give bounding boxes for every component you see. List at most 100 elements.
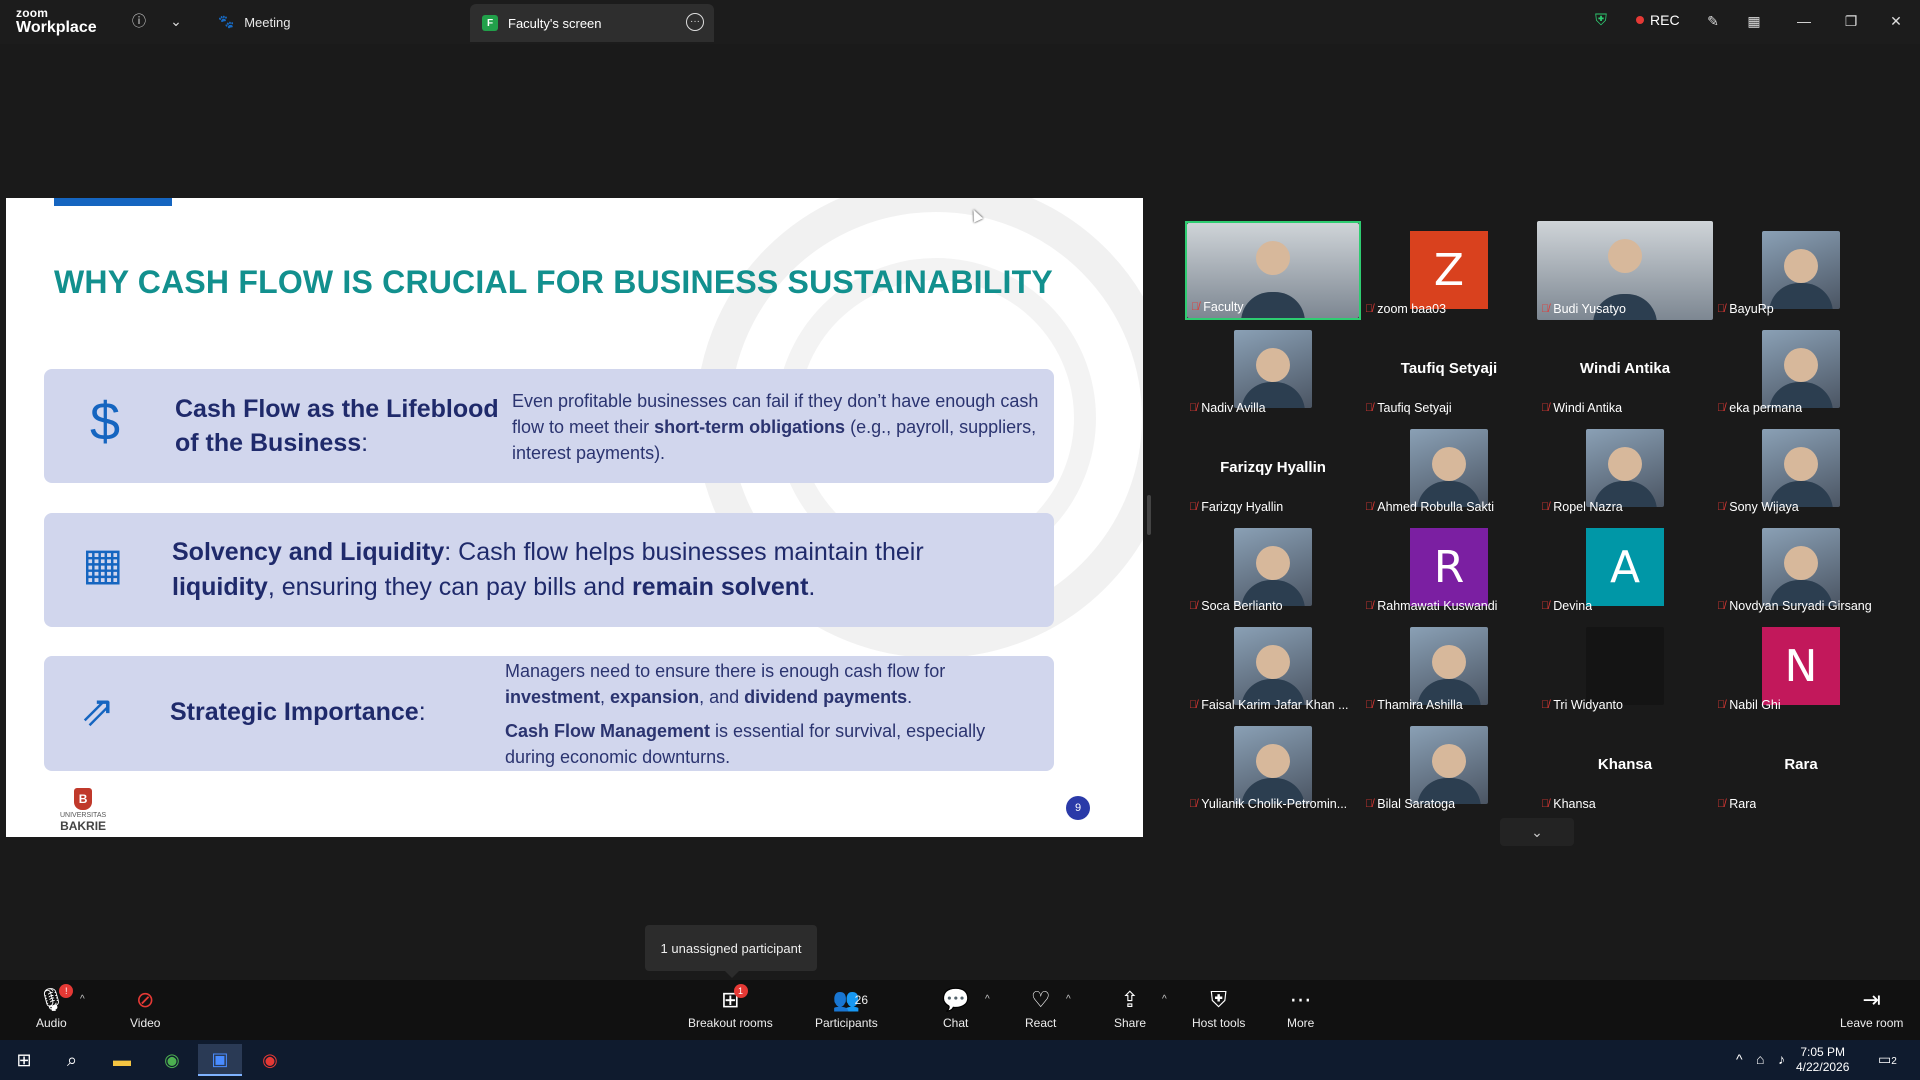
leave-room-button[interactable]: ⇥ Leave room: [1840, 988, 1903, 1031]
muted-mic-icon: 🎙̸: [1365, 303, 1374, 315]
person-head: [1784, 348, 1818, 382]
participant-tile[interactable]: 🎙̸ Ropel Nazra: [1537, 419, 1713, 518]
participant-tile[interactable]: Windi Antika 🎙̸ Windi Antika: [1537, 320, 1713, 419]
gold-bars-icon: ▦: [82, 540, 124, 589]
muted-mic-icon: 🎙̸: [1541, 402, 1550, 414]
gallery-next-page-button[interactable]: ⌄: [1500, 818, 1574, 846]
participant-name-label: 🎙̸ Farizqy Hyallin: [1189, 499, 1283, 515]
breakout-rooms-button[interactable]: ⊞ 1 Breakout rooms: [688, 984, 773, 1030]
layout-icon[interactable]: ▦: [1743, 10, 1765, 32]
participant-avatar: [1234, 528, 1312, 606]
muted-mic-icon: 🎙̸: [1541, 501, 1550, 513]
participant-tile[interactable]: Rara 🎙̸ Rara: [1713, 716, 1889, 815]
participant-tile[interactable]: N 🎙̸ Nabil Ghi: [1713, 617, 1889, 716]
participant-tile[interactable]: 🎙̸ Ahmed Robulla Sakti: [1361, 419, 1537, 518]
participant-tile[interactable]: 🎙̸ Soca Berlianto: [1185, 518, 1361, 617]
card3-para2: Cash Flow Management is essential for su…: [505, 721, 986, 768]
person-head: [1784, 546, 1818, 580]
security-shield-icon[interactable]: ⛨: [1590, 10, 1612, 32]
chat-options-caret[interactable]: ^: [985, 994, 990, 1005]
file-explorer-icon[interactable]: ▬: [100, 1044, 144, 1076]
person-body: [1241, 292, 1305, 318]
participants-button[interactable]: 👥 26 Participants: [815, 988, 878, 1031]
slide-page-number: 9: [1066, 796, 1090, 820]
participant-tile[interactable]: 🎙̸ BayuRp: [1713, 221, 1889, 320]
video-button[interactable]: ⊘ Video: [130, 988, 160, 1031]
host-shield-icon: ⛨: [1210, 987, 1227, 1012]
windows-start-icon[interactable]: ⊞: [2, 1044, 46, 1076]
participant-tile[interactable]: 🎙̸ Thamira Ashilla: [1361, 617, 1537, 716]
chat-button[interactable]: 💬 Chat: [942, 988, 969, 1031]
participant-name: zoom baa03: [1377, 302, 1447, 316]
annotate-pen-icon[interactable]: ✎: [1702, 10, 1724, 32]
participant-tile[interactable]: 🎙̸ Tri Widyanto: [1537, 617, 1713, 716]
participant-name: Faisal Karim Jafar Khan ...: [1201, 698, 1349, 712]
minimize-icon[interactable]: —: [1793, 10, 1815, 32]
host-tools-button[interactable]: ⛨ Host tools: [1192, 987, 1245, 1031]
clock-time: 7:05 PM: [1800, 1045, 1846, 1059]
tray-chevron-icon[interactable]: ^: [1736, 1051, 1743, 1067]
muted-mic-icon: 🎙̸: [1365, 501, 1374, 513]
participant-avatar: [1410, 627, 1488, 705]
muted-mic-icon: 🎙̸: [1365, 402, 1374, 414]
chrome-profile-icon[interactable]: ◉: [248, 1044, 292, 1076]
participant-tile[interactable]: 🎙̸ eka permana: [1713, 320, 1889, 419]
recording-indicator[interactable]: REC: [1636, 12, 1680, 28]
chevron-down-icon[interactable]: ⌄: [165, 10, 187, 32]
participant-tile[interactable]: Farizqy Hyallin 🎙̸ Farizqy Hyallin: [1185, 419, 1361, 518]
panel-splitter[interactable]: [1147, 495, 1151, 535]
notifications-icon[interactable]: ▭2: [1878, 1051, 1897, 1068]
participant-tile[interactable]: 🎙̸ Faisal Karim Jafar Khan ...: [1185, 617, 1361, 716]
title-bar: zoom Workplace ⓘ ⌄ 🐾 Meeting F Faculty's…: [0, 0, 1920, 44]
participant-tile[interactable]: 🎙̸ Faculty: [1185, 221, 1361, 320]
participant-name-label: 🎙̸ Rara: [1717, 796, 1756, 812]
muted-mic-icon: 🎙̸: [1541, 699, 1550, 711]
network-icon[interactable]: ⌂: [1756, 1051, 1764, 1067]
volume-icon[interactable]: ♪: [1778, 1051, 1785, 1067]
audio-options-caret[interactable]: ^: [80, 994, 85, 1005]
breakout-label: Breakout rooms: [688, 1016, 773, 1030]
chrome-icon[interactable]: ◉: [150, 1044, 194, 1076]
participant-tile[interactable]: 🎙̸ Bilal Saratoga: [1361, 716, 1537, 815]
tab-faculty-screen[interactable]: F Faculty's screen ···: [470, 4, 714, 42]
participant-name-label: 🎙̸ Bilal Saratoga: [1365, 796, 1455, 812]
participant-tile[interactable]: Khansa 🎙̸ Khansa: [1537, 716, 1713, 815]
participant-tile[interactable]: 🎙̸ Novdyan Suryadi Girsang: [1713, 518, 1889, 617]
participant-tile[interactable]: Z 🎙̸ zoom baa03: [1361, 221, 1537, 320]
share-button[interactable]: ⇪ Share: [1114, 987, 1146, 1031]
restore-icon[interactable]: ❐: [1840, 10, 1862, 32]
person-head: [1608, 447, 1642, 481]
search-icon[interactable]: ⌕: [50, 1044, 94, 1076]
breakout-tooltip: 1 unassigned participant: [645, 925, 817, 978]
participant-name: Khansa: [1553, 797, 1596, 811]
participant-initial-avatar: N: [1762, 627, 1840, 705]
participant-tile[interactable]: 🎙̸ Sony Wijaya: [1713, 419, 1889, 518]
participant-name-label: 🎙̸ Thamira Ashilla: [1365, 697, 1463, 713]
participant-initial-avatar: R: [1410, 528, 1488, 606]
close-icon[interactable]: ✕: [1885, 10, 1907, 32]
participant-name-label: 🎙̸ Ropel Nazra: [1541, 499, 1623, 515]
zoom-taskbar-icon[interactable]: ▣: [198, 1044, 242, 1076]
react-options-caret[interactable]: ^: [1066, 994, 1071, 1005]
system-clock[interactable]: 7:05 PM 4/22/2026: [1796, 1045, 1849, 1075]
muted-mic-icon: 🎙̸: [1541, 798, 1550, 810]
participant-tile[interactable]: R 🎙̸ Rahmawati Kuswandi: [1361, 518, 1537, 617]
participant-tile[interactable]: 🎙̸ Budi Yusatyo: [1537, 221, 1713, 320]
shared-slide: WHY CASH FLOW IS CRUCIAL FOR BUSINESS SU…: [6, 198, 1143, 837]
participant-avatar: [1762, 429, 1840, 507]
card1-text: Even profitable businesses can fail if t…: [512, 391, 1039, 464]
participant-tile[interactable]: A 🎙̸ Devina: [1537, 518, 1713, 617]
participant-tile[interactable]: Taufiq Setyaji 🎙̸ Taufiq Setyaji: [1361, 320, 1537, 419]
tab-meeting[interactable]: 🐾 Meeting: [218, 10, 290, 34]
react-button[interactable]: ♡ React: [1025, 988, 1056, 1031]
share-options-caret[interactable]: ^: [1162, 994, 1167, 1005]
card3-para1: Managers need to ensure there is enough …: [505, 661, 946, 708]
audio-button[interactable]: 🎙! Audio: [36, 984, 74, 1030]
more-options-icon[interactable]: ···: [686, 13, 704, 31]
participant-name: Sony Wijaya: [1729, 500, 1799, 514]
participant-tile[interactable]: 🎙̸ Yulianik Cholik-Petromin...: [1185, 716, 1361, 815]
share-screen-icon: ⇪: [1120, 987, 1140, 1012]
more-button[interactable]: ⋯ More: [1287, 988, 1314, 1031]
info-icon[interactable]: ⓘ: [128, 10, 150, 32]
participant-tile[interactable]: 🎙̸ Nadiv Avilla: [1185, 320, 1361, 419]
